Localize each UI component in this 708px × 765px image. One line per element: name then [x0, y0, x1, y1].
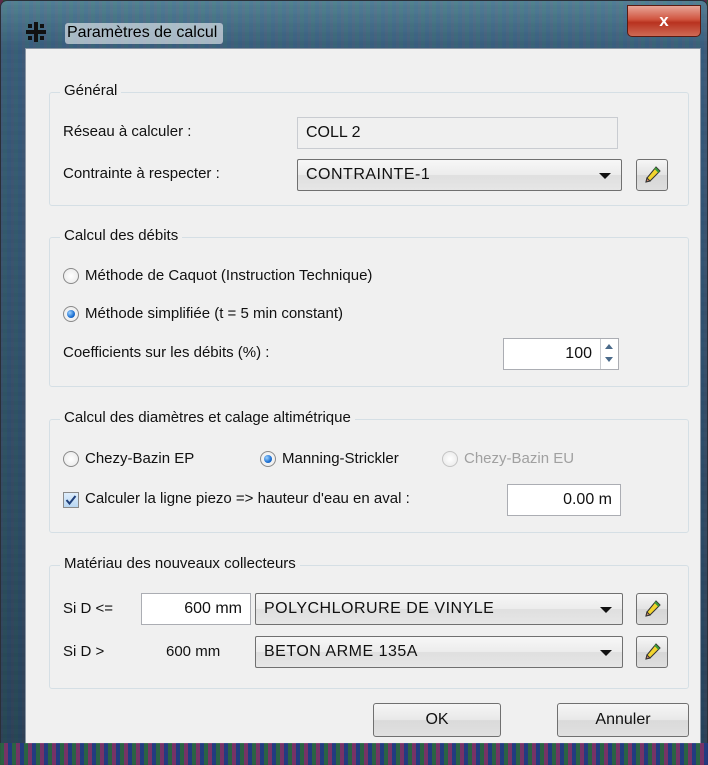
radio-manning-label[interactable]: Manning-Strickler: [282, 450, 399, 467]
group-general-legend: Général: [60, 82, 122, 99]
edit-row2-material-button[interactable]: [636, 636, 668, 668]
radio-caquot-label[interactable]: Méthode de Caquot (Instruction Technique…: [85, 267, 372, 284]
close-icon: x: [659, 11, 669, 30]
edit-row1-material-button[interactable]: [636, 593, 668, 625]
checkmark-icon: [65, 495, 77, 506]
coeff-spinner[interactable]: [600, 339, 618, 369]
close-button[interactable]: x: [627, 5, 701, 37]
constraint-select-value: CONTRAINTE-1: [306, 166, 431, 183]
row1-label: Si D <=: [63, 600, 114, 617]
coeff-label: Coefficients sur les débits (%) :: [63, 344, 270, 361]
radio-simplified[interactable]: [63, 306, 79, 322]
radio-caquot[interactable]: [63, 268, 79, 284]
network-label: Réseau à calculer :: [63, 123, 192, 140]
radio-chezy-ep-label[interactable]: Chezy-Bazin EP: [85, 450, 194, 467]
group-diameters-legend: Calcul des diamètres et calage altimétri…: [60, 409, 355, 426]
radio-simplified-label[interactable]: Méthode simplifiée (t = 5 min constant): [85, 305, 343, 322]
network-field[interactable]: COLL 2: [297, 117, 618, 149]
piezo-checkbox[interactable]: [63, 492, 79, 508]
radio-chezy-ep[interactable]: [63, 451, 79, 467]
spin-down-icon[interactable]: [601, 353, 618, 367]
row2-label: Si D >: [63, 643, 105, 660]
radio-chezy-eu-label: Chezy-Bazin EU: [464, 450, 575, 467]
constraint-select[interactable]: CONTRAINTE-1: [297, 159, 622, 191]
grid-app-icon: [26, 22, 46, 42]
cancel-button[interactable]: Annuler: [557, 703, 689, 737]
ok-button[interactable]: OK: [373, 703, 501, 737]
pencil-icon: [645, 643, 661, 660]
group-materials-legend: Matériau des nouveaux collecteurs: [60, 555, 300, 572]
pencil-icon: [645, 166, 661, 183]
chevron-down-icon: [600, 650, 612, 656]
edit-constraint-button[interactable]: [636, 159, 668, 191]
group-materials: Matériau des nouveaux collecteurs: [49, 555, 689, 689]
radio-manning[interactable]: [260, 451, 276, 467]
window-title: Paramètres de calcul: [65, 23, 224, 44]
chevron-down-icon: [599, 173, 611, 179]
dialog-window: Paramètres de calcul x Général Réseau à …: [0, 0, 708, 765]
chevron-down-icon: [600, 607, 612, 613]
pencil-icon: [645, 600, 661, 617]
piezo-field[interactable]: 0.00 m: [507, 484, 621, 516]
row1-material-select[interactable]: POLYCHLORURE DE VINYLE: [255, 593, 623, 625]
constraint-label: Contrainte à respecter :: [63, 165, 220, 182]
spin-up-icon[interactable]: [601, 339, 618, 353]
row1-diameter-field[interactable]: 600 mm: [141, 593, 251, 625]
row2-diameter-value: 600 mm: [166, 643, 221, 660]
row2-material-select[interactable]: BETON ARME 135A: [255, 636, 623, 668]
radio-chezy-eu: [442, 451, 458, 467]
group-flows-legend: Calcul des débits: [60, 227, 183, 244]
title-bar[interactable]: Paramètres de calcul x: [1, 1, 707, 48]
dialog-body: Général Réseau à calculer : COLL 2 Contr…: [25, 48, 701, 744]
row1-material-value: POLYCHLORURE DE VINYLE: [264, 600, 495, 617]
coeff-spinbox[interactable]: 100: [503, 338, 619, 370]
piezo-label[interactable]: Calculer la ligne piezo => hauteur d'eau…: [85, 490, 410, 507]
row2-material-value: BETON ARME 135A: [264, 643, 418, 660]
desktop-strip: [0, 743, 708, 765]
coeff-value: 100: [565, 345, 592, 362]
